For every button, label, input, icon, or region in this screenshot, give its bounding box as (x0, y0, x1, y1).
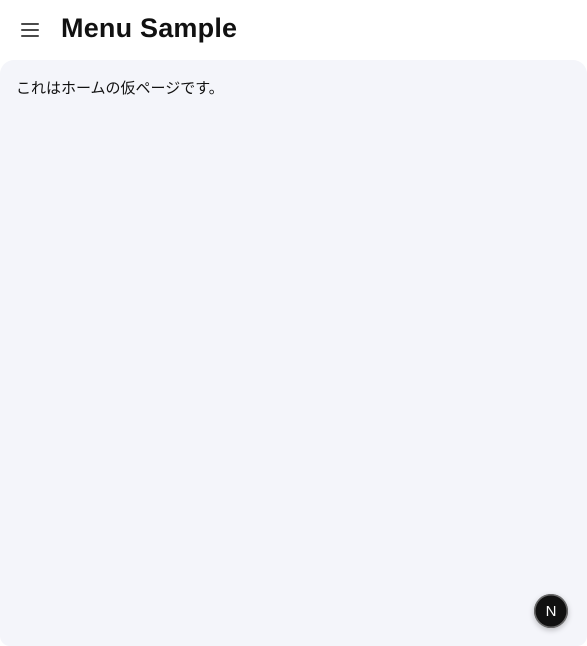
app-header: Menu Sample (0, 0, 587, 60)
nextjs-logo-icon: N (545, 602, 557, 620)
main-content: これはホームの仮ページです。 (0, 60, 587, 646)
home-placeholder-text: これはホームの仮ページです。 (16, 79, 224, 97)
hamburger-menu-icon (21, 23, 39, 37)
app-root: Menu Sample これはホームの仮ページです。 N (0, 0, 587, 646)
nextjs-dev-indicator-button[interactable]: N (534, 594, 568, 628)
page-title: Menu Sample (61, 13, 238, 43)
menu-button[interactable] (14, 14, 46, 46)
